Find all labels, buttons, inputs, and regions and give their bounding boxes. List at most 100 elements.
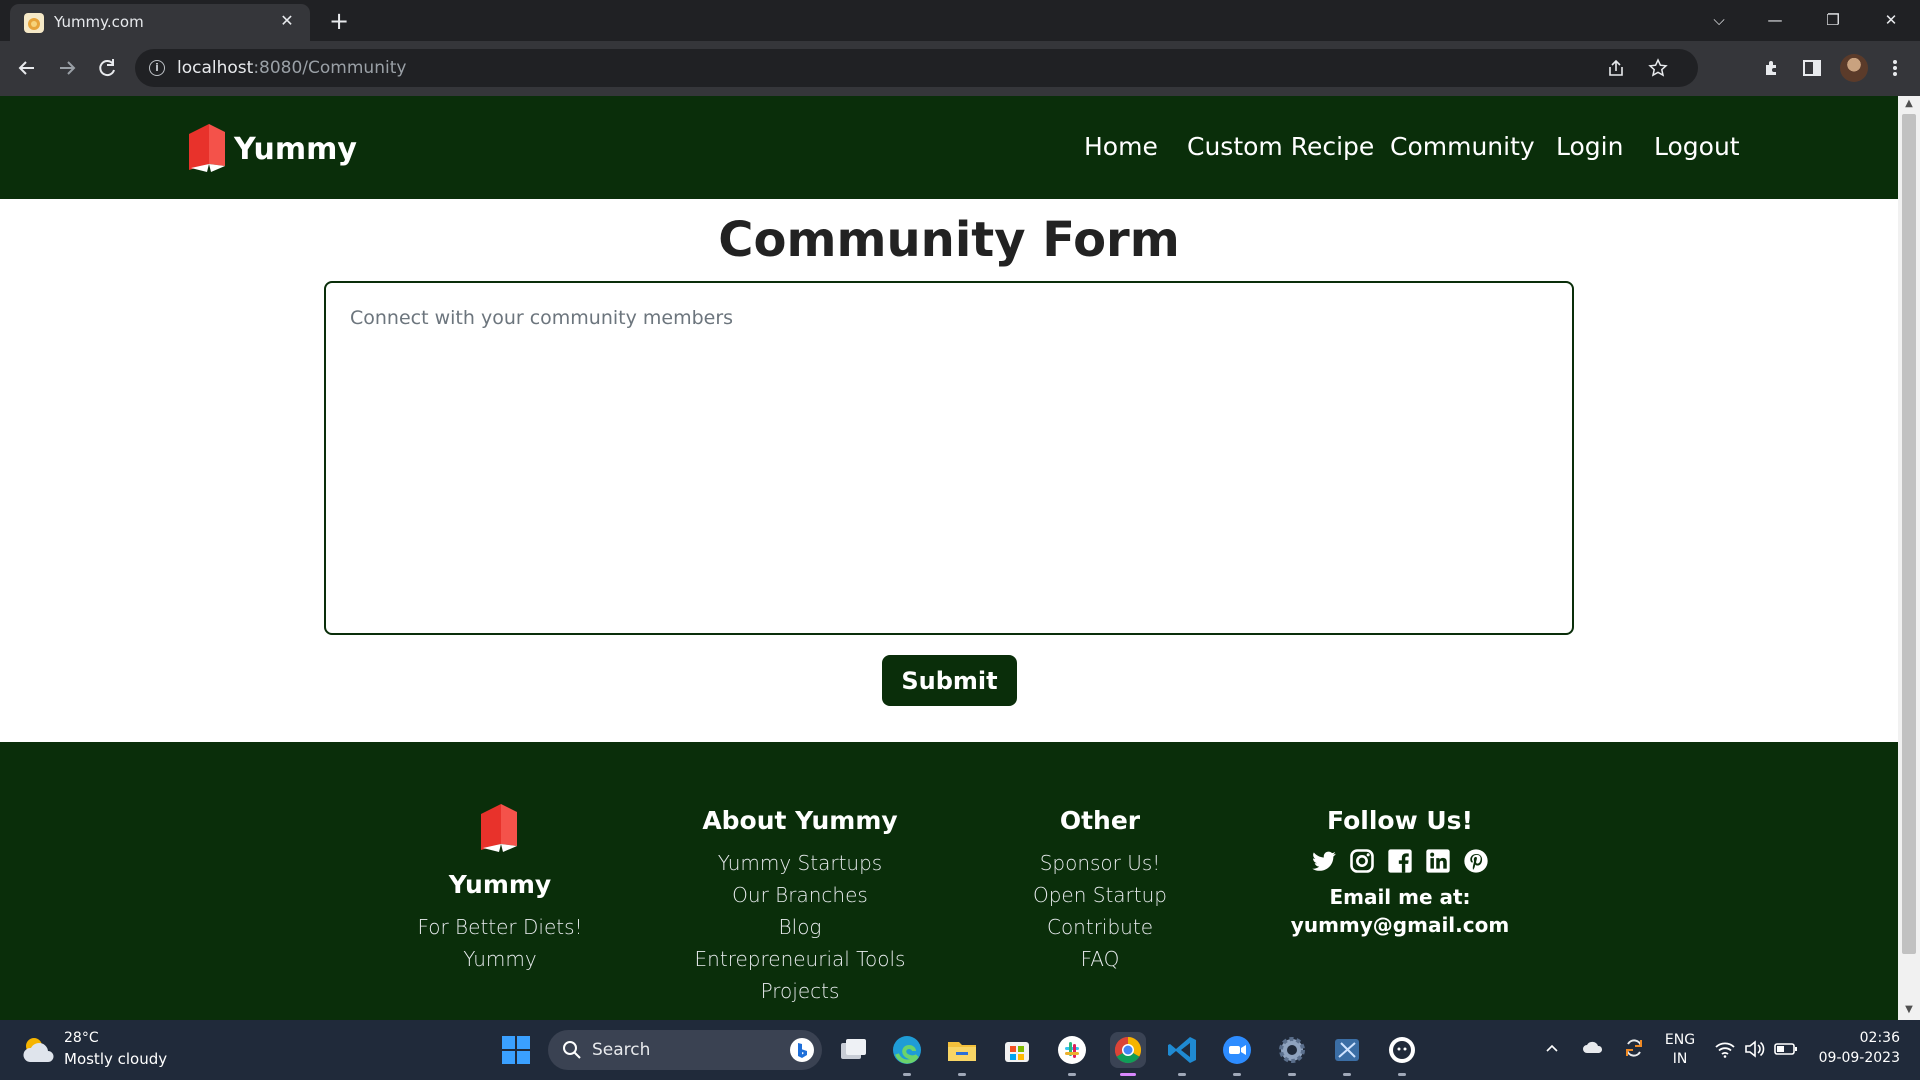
yummy-logo-icon[interactable]: [185, 120, 231, 174]
clock-time[interactable]: 02:36: [1810, 1030, 1900, 1046]
reload-icon: [99, 59, 115, 77]
side-panel-icon[interactable]: [1797, 53, 1827, 83]
nav-link-community[interactable]: Community: [1390, 132, 1535, 161]
slack-icon[interactable]: [1054, 1032, 1090, 1068]
profile-avatar[interactable]: [1840, 54, 1868, 82]
bing-icon[interactable]: [790, 1038, 814, 1062]
chrome-active-indicator: [1120, 1073, 1136, 1076]
yummy-favicon-icon: [24, 13, 44, 33]
brand-name[interactable]: Yummy: [234, 132, 357, 167]
nav-link-login[interactable]: Login: [1556, 132, 1623, 161]
share-icon[interactable]: [1606, 58, 1626, 78]
footer-brand-column: Yummy For Better Diets! Yummy: [385, 800, 615, 975]
scroll-down-arrow-icon[interactable]: ▼: [1903, 1004, 1915, 1015]
settings-running-indicator: [1288, 1073, 1296, 1076]
community-message-textarea[interactable]: [324, 281, 1574, 635]
microsoft-store-icon[interactable]: [999, 1032, 1035, 1068]
footer-tagline: For Better Diets! Yummy: [417, 915, 583, 971]
instagram-icon[interactable]: [1348, 847, 1376, 875]
page-title: Community Form: [718, 212, 1180, 268]
back-button[interactable]: [12, 53, 42, 83]
footer-link-entrepreneurial-tools[interactable]: Entrepreneurial Tools: [680, 943, 920, 975]
footer-link-faq[interactable]: FAQ: [1000, 943, 1200, 975]
zoom-icon[interactable]: [1219, 1032, 1255, 1068]
forward-arrow-icon: [60, 61, 76, 75]
footer-link-our-branches[interactable]: Our Branches: [680, 879, 920, 911]
close-window-button[interactable]: ✕: [1868, 0, 1914, 40]
file-explorer-icon[interactable]: [944, 1032, 980, 1068]
bookmark-star-icon[interactable]: [1648, 58, 1668, 78]
tab-close-icon[interactable]: ✕: [276, 10, 298, 32]
onedrive-cloud-icon[interactable]: [1582, 1038, 1604, 1056]
vscode-icon[interactable]: [1164, 1032, 1200, 1068]
slack-running-indicator: [1068, 1073, 1076, 1076]
submit-button[interactable]: Submit: [882, 655, 1017, 706]
scroll-up-arrow-icon[interactable]: ▲: [1903, 98, 1915, 109]
language-region[interactable]: IN: [1662, 1051, 1698, 1067]
forward-button[interactable]: [52, 53, 82, 83]
address-bar[interactable]: i localhost:8080/Community: [135, 49, 1698, 87]
browser-menu-icon[interactable]: [1880, 53, 1910, 83]
weather-cloudy-icon[interactable]: [20, 1034, 56, 1066]
tray-overflow-chevron-icon[interactable]: [1544, 1040, 1560, 1056]
task-view-icon[interactable]: [835, 1032, 871, 1068]
taskbar-search-box[interactable]: Search: [548, 1030, 822, 1070]
footer-link-open-startup[interactable]: Open Startup: [1000, 879, 1200, 911]
nav-link-logout[interactable]: Logout: [1654, 132, 1740, 161]
footer-link-yummy-startups[interactable]: Yummy Startups: [680, 847, 920, 879]
search-icon: [562, 1040, 582, 1060]
wifi-icon[interactable]: [1714, 1039, 1736, 1059]
footer-brand-name: Yummy: [448, 870, 552, 899]
minimize-button[interactable]: —: [1752, 0, 1798, 40]
volume-icon[interactable]: [1744, 1039, 1766, 1059]
clock-date[interactable]: 09-09-2023: [1810, 1050, 1900, 1066]
reload-button[interactable]: [92, 53, 122, 83]
edge-running-indicator: [903, 1073, 911, 1076]
explorer-running-indicator: [958, 1073, 966, 1076]
browser-toolbar: i localhost:8080/Community: [0, 41, 1920, 96]
nav-link-custom-recipe[interactable]: Custom Recipe: [1187, 132, 1374, 161]
site-info-icon[interactable]: i: [149, 60, 165, 76]
github-desktop-icon[interactable]: [1384, 1032, 1420, 1068]
new-tab-button[interactable]: +: [324, 6, 354, 36]
settings-gear-icon[interactable]: [1274, 1032, 1310, 1068]
footer-email-label: Email me at:: [1329, 885, 1471, 909]
battery-icon[interactable]: [1774, 1040, 1798, 1058]
footer-about-heading: About Yummy: [702, 806, 898, 835]
facebook-icon[interactable]: [1386, 847, 1414, 875]
footer-link-contribute[interactable]: Contribute: [1000, 911, 1200, 943]
site-footer: Yummy For Better Diets! Yummy About Yumm…: [0, 742, 1898, 1020]
twitter-icon[interactable]: [1310, 847, 1338, 875]
footer-link-sponsor[interactable]: Sponsor Us!: [1000, 847, 1200, 879]
chrome-icon[interactable]: [1110, 1032, 1146, 1068]
footer-email-link[interactable]: yummy@gmail.com: [1280, 913, 1520, 937]
snipping-tool-icon[interactable]: [1329, 1032, 1365, 1068]
edge-browser-icon[interactable]: [889, 1032, 925, 1068]
footer-follow-column: Follow Us! Email me at: yummy@gmail.com: [1280, 806, 1520, 937]
footer-logo-icon: [477, 800, 523, 854]
restore-button[interactable]: ❐: [1810, 0, 1856, 40]
zoom-running-indicator: [1233, 1073, 1241, 1076]
tab-search-icon[interactable]: ⌵: [1696, 0, 1742, 40]
linkedin-icon[interactable]: [1424, 847, 1452, 875]
footer-other-column: Other Sponsor Us! Open Startup Contribut…: [1000, 806, 1200, 975]
browser-tab[interactable]: Yummy.com ✕: [10, 4, 310, 41]
back-arrow-icon: [18, 61, 34, 75]
page-scrollbar[interactable]: ▲ ▼: [1898, 96, 1920, 1020]
url-text: localhost:8080/Community: [177, 58, 407, 78]
snipping-running-indicator: [1343, 1073, 1351, 1076]
windows-start-icon[interactable]: [501, 1035, 531, 1065]
tab-title: Yummy.com: [54, 13, 144, 31]
page-viewport: Yummy Home Custom Recipe Community Login…: [0, 96, 1898, 1020]
footer-link-blog[interactable]: Blog: [680, 911, 920, 943]
site-navbar: Yummy Home Custom Recipe Community Login…: [0, 96, 1898, 199]
sync-icon[interactable]: [1622, 1036, 1646, 1060]
pinterest-icon[interactable]: [1462, 847, 1490, 875]
nav-link-home[interactable]: Home: [1084, 132, 1158, 161]
browser-tab-bar: Yummy.com ✕ + ⌵ — ❐ ✕: [0, 0, 1920, 41]
footer-link-projects[interactable]: Projects: [680, 975, 920, 1007]
scroll-thumb[interactable]: [1902, 114, 1916, 954]
windows-taskbar: 28°C Mostly cloudy Search ENG IN 02:36 0…: [0, 1020, 1920, 1080]
language-code[interactable]: ENG: [1662, 1032, 1698, 1048]
extensions-icon[interactable]: [1757, 53, 1787, 83]
